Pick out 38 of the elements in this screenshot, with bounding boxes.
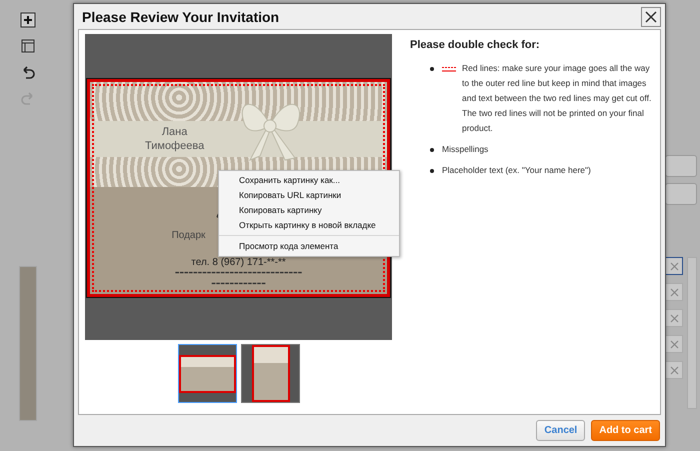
menu-item[interactable]: Копировать URL картинки — [219, 188, 399, 203]
menu-item[interactable]: Открыть картинку в новой вкладке — [219, 218, 399, 236]
close-icon — [645, 10, 657, 22]
panel-button[interactable] — [665, 155, 697, 177]
remove-button[interactable] — [665, 257, 683, 275]
close-icon — [670, 366, 678, 374]
scrollbar[interactable] — [687, 257, 697, 409]
checklist-heading: Please double check for: — [410, 39, 541, 51]
card-name: Лана — [162, 125, 188, 139]
close-button[interactable] — [641, 6, 661, 26]
card-subtitle: Подарк — [172, 230, 206, 241]
menu-item[interactable]: Копировать картинку — [219, 203, 399, 218]
bullet-dot — [430, 169, 434, 173]
menu-item[interactable]: Просмотр кода элемента — [219, 239, 399, 254]
checklist-item: Red lines: make sure your image goes all the way to the outer red line but keep in mind that images and text between the two red lines may get cut off. The two red lines will not be printed on your final product. — [462, 62, 652, 135]
close-icon — [670, 314, 678, 322]
card-phone: тел. 8 (967) 171-**-** — [191, 257, 286, 268]
remove-button[interactable] — [665, 309, 683, 327]
close-icon — [670, 340, 678, 348]
bullet-dot — [430, 148, 434, 152]
close-icon — [670, 288, 678, 296]
page-thumbnail[interactable] — [241, 344, 300, 403]
dialog-title: Please Review Your Invitation — [82, 8, 280, 24]
card-name: Тимофеева — [145, 139, 204, 153]
checklist-item: Misspellings — [442, 143, 490, 156]
close-icon — [670, 262, 678, 270]
remove-button[interactable] — [665, 361, 683, 379]
cancel-button[interactable]: Cancel — [536, 420, 586, 441]
menu-item[interactable]: Сохранить картинку как... — [219, 173, 399, 188]
page-thumbnail[interactable] — [178, 344, 237, 403]
dropdown[interactable] — [665, 183, 697, 205]
layout-icon[interactable] — [20, 38, 36, 54]
checklist-item: Placeholder text (ex. "Your name here") — [442, 164, 592, 177]
dashed-line-icon — [442, 66, 456, 72]
bullet-dot — [430, 67, 434, 71]
expand-icon[interactable] — [20, 12, 36, 28]
remove-button[interactable] — [665, 283, 683, 301]
remove-button[interactable] — [665, 335, 683, 353]
